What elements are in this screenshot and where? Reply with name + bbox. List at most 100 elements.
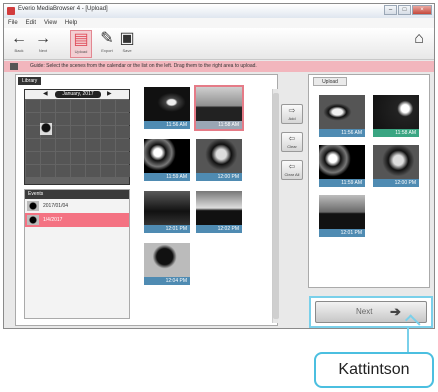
menu-edit[interactable]: Edit bbox=[26, 18, 36, 28]
calendar-day[interactable] bbox=[116, 139, 130, 151]
menu-file[interactable]: File bbox=[8, 18, 18, 28]
calendar-grid bbox=[26, 100, 130, 177]
main-area: Library ◀ January, 2017 ▶ Events 2017/01… bbox=[7, 74, 433, 328]
calendar-day[interactable] bbox=[71, 126, 85, 138]
event-item[interactable]: 2017/01/04 bbox=[25, 199, 129, 213]
guide-bar: Guide: Select the scenes from the calend… bbox=[4, 61, 434, 72]
calendar-day[interactable] bbox=[56, 126, 70, 138]
calendar-day[interactable] bbox=[56, 100, 70, 112]
calendar-day-thumbnail[interactable] bbox=[40, 123, 52, 135]
clear-button[interactable]: ⇦ Clear bbox=[281, 132, 303, 152]
calendar-day[interactable] bbox=[26, 165, 40, 177]
calendar-day[interactable] bbox=[101, 113, 115, 125]
event-thumbnail bbox=[27, 201, 39, 211]
add-arrow-icon: ⇨ bbox=[288, 106, 296, 115]
calendar-day[interactable] bbox=[86, 165, 100, 177]
guide-text: Guide: Select the scenes from the calend… bbox=[30, 63, 257, 69]
calendar-day[interactable] bbox=[56, 165, 70, 177]
forward-button[interactable]: → Next bbox=[32, 30, 54, 58]
calendar-day[interactable] bbox=[71, 139, 85, 151]
calendar-day[interactable] bbox=[56, 152, 70, 164]
upload-thumbnail[interactable]: 11:56 AM bbox=[319, 95, 365, 137]
calendar-day[interactable] bbox=[116, 126, 130, 138]
home-icon: ⌂ bbox=[414, 30, 424, 47]
prev-month-icon[interactable]: ◀ bbox=[43, 91, 48, 98]
calendar-day[interactable] bbox=[26, 100, 40, 112]
event-item-selected[interactable]: 1/4/2017 bbox=[25, 213, 129, 227]
export-button[interactable]: ✎ Export bbox=[96, 30, 118, 58]
video-thumbnail[interactable]: 12:04 PM bbox=[144, 243, 190, 285]
calendar-day[interactable] bbox=[101, 139, 115, 151]
video-thumbnail-selected[interactable]: 11:58 AM bbox=[194, 85, 244, 131]
event-list: Events 2017/01/04 1/4/2017 bbox=[24, 189, 130, 319]
upload-thumbnail[interactable]: 12:00 PM bbox=[373, 145, 419, 187]
calendar-day[interactable] bbox=[116, 165, 130, 177]
upload-tab[interactable]: Upload bbox=[313, 77, 347, 86]
calendar-day[interactable] bbox=[56, 139, 70, 151]
library-tab[interactable]: Library bbox=[18, 77, 42, 85]
calendar-day[interactable] bbox=[71, 113, 85, 125]
calendar-day[interactable] bbox=[26, 139, 40, 151]
calendar-day[interactable] bbox=[86, 126, 100, 138]
calendar-day[interactable] bbox=[71, 152, 85, 164]
calendar-day[interactable] bbox=[41, 165, 55, 177]
calendar-day[interactable] bbox=[41, 100, 55, 112]
remove-all-icon: ⇦ bbox=[288, 162, 296, 171]
upload-thumbnail[interactable]: 11:59 AM bbox=[319, 145, 365, 187]
event-thumbnail bbox=[27, 215, 39, 225]
maximize-button[interactable]: □ bbox=[398, 5, 411, 15]
callout-label: Kattintson bbox=[314, 352, 434, 388]
minimize-button[interactable]: – bbox=[384, 5, 397, 15]
video-thumbnail[interactable]: 12:02 PM bbox=[196, 191, 242, 233]
video-thumbnail[interactable]: 11:59 AM bbox=[144, 139, 190, 181]
upload-icon: ▤ bbox=[73, 31, 89, 48]
upload-thumbnail[interactable]: 12:01 PM bbox=[319, 195, 365, 237]
forward-arrow-icon: → bbox=[35, 30, 51, 47]
menu-help[interactable]: Help bbox=[65, 18, 77, 28]
event-list-header: Events bbox=[25, 190, 129, 199]
calendar-day[interactable] bbox=[26, 126, 40, 138]
calendar-day[interactable] bbox=[26, 152, 40, 164]
add-button[interactable]: ⇨ Add bbox=[281, 104, 303, 124]
calendar-day[interactable] bbox=[71, 165, 85, 177]
video-thumbnail[interactable]: 11:56 AM bbox=[144, 87, 190, 129]
calendar-day[interactable] bbox=[86, 152, 100, 164]
toolbar: ← Back → Next ▤ Upload ✎ Export ▣ Save ⌂ bbox=[4, 28, 434, 60]
video-thumbnail[interactable]: 12:00 PM bbox=[196, 139, 242, 181]
window-title: Everio MediaBrowser 4 - [Upload] bbox=[18, 6, 108, 12]
menu-view[interactable]: View bbox=[44, 18, 57, 28]
calendar-day[interactable] bbox=[26, 113, 40, 125]
calendar-day[interactable] bbox=[71, 100, 85, 112]
calendar-day[interactable] bbox=[101, 152, 115, 164]
window-controls: – □ × bbox=[384, 5, 432, 15]
app-window: Everio MediaBrowser 4 - [Upload] – □ × F… bbox=[3, 3, 435, 329]
menu-bar: File Edit View Help bbox=[4, 18, 434, 28]
scrollbar-thumb[interactable] bbox=[273, 93, 279, 319]
video-thumbnail[interactable]: 12:01 PM bbox=[144, 191, 190, 233]
clear-all-button[interactable]: ⇦ Clear All bbox=[281, 160, 303, 180]
calendar-day[interactable] bbox=[116, 100, 130, 112]
remove-arrow-icon: ⇦ bbox=[288, 134, 296, 143]
calendar-day[interactable] bbox=[86, 113, 100, 125]
upload-pane: Upload 11:56 AM 11:58 AM 11:59 AM 12:00 … bbox=[308, 74, 430, 288]
calendar-day[interactable] bbox=[56, 113, 70, 125]
upload-mode-button[interactable]: ▤ Upload bbox=[70, 30, 92, 58]
library-scrollbar[interactable] bbox=[272, 89, 279, 323]
calendar-day[interactable] bbox=[86, 139, 100, 151]
calendar-day[interactable] bbox=[41, 139, 55, 151]
calendar-day[interactable] bbox=[86, 100, 100, 112]
calendar-day[interactable] bbox=[101, 126, 115, 138]
close-button[interactable]: × bbox=[412, 5, 432, 15]
calendar-header: ◀ January, 2017 ▶ bbox=[25, 90, 129, 99]
back-button[interactable]: ← Back bbox=[8, 30, 30, 58]
calendar-day[interactable] bbox=[101, 165, 115, 177]
save-button[interactable]: ▣ Save bbox=[116, 30, 138, 58]
calendar: ◀ January, 2017 ▶ bbox=[24, 89, 130, 185]
calendar-day[interactable] bbox=[116, 113, 130, 125]
calendar-day[interactable] bbox=[41, 152, 55, 164]
next-month-icon[interactable]: ▶ bbox=[107, 91, 112, 98]
upload-thumbnail[interactable]: 11:58 AM bbox=[373, 95, 419, 137]
home-button[interactable]: ⌂ bbox=[408, 30, 430, 58]
calendar-day[interactable] bbox=[116, 152, 130, 164]
calendar-day[interactable] bbox=[101, 100, 115, 112]
